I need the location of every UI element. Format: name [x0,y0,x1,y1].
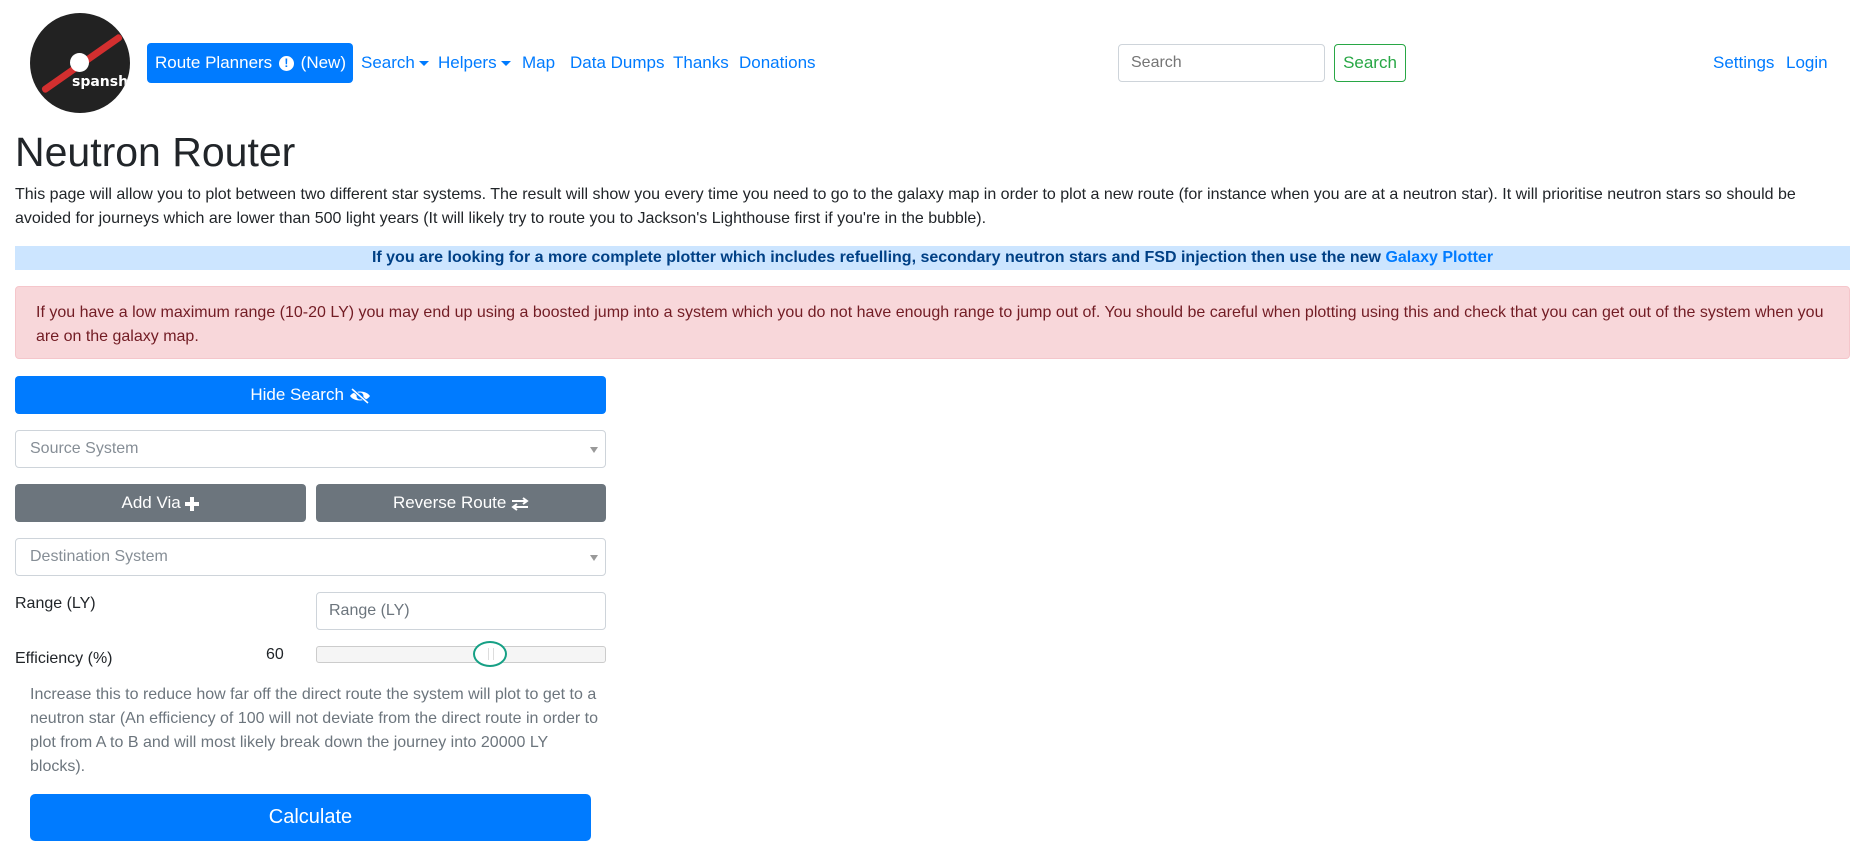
galaxy-plotter-info-banner: If you are looking for a more complete p… [15,246,1850,270]
efficiency-slider-handle[interactable] [473,641,507,667]
source-system-placeholder: Source System [30,440,139,457]
nav-donations-link[interactable]: Donations [739,43,816,83]
reverse-route-button[interactable]: Reverse Route [316,484,606,522]
efficiency-value: 60 [266,646,284,663]
logo-star-shape [70,53,89,72]
range-input[interactable] [316,592,606,630]
hide-search-button[interactable]: Hide Search [15,376,606,414]
caret-down-icon [500,61,511,67]
destination-system-select[interactable]: Destination System [15,538,606,576]
destination-system-placeholder: Destination System [30,548,168,565]
navbar: spansh Route Planners ! (New) Search Hel… [0,0,1865,126]
route-planners-new-badge: (New) [300,53,346,72]
efficiency-label: Efficiency (%) [15,650,113,667]
search-button[interactable]: Search [1334,44,1406,82]
galaxy-plotter-link[interactable]: Galaxy Plotter [1385,249,1493,266]
slider-grip-icon [488,648,494,660]
calculate-button[interactable]: Calculate [30,794,591,841]
caret-down-icon [418,61,429,67]
route-planners-label: Route Planners [155,53,273,72]
add-via-button[interactable]: Add Via [15,484,306,522]
exclamation-circle-icon: ! [278,56,294,72]
promo-text: If you are looking for a more complete p… [371,249,1386,266]
logo-text: spansh [72,74,129,90]
reverse-route-label: Reverse Route [392,493,507,512]
search-input[interactable] [1118,44,1325,82]
page-intro: This page will allow you to plot between… [15,186,1796,227]
nav-login-link[interactable]: Login [1786,43,1828,83]
nav-thanks-link[interactable]: Thanks [673,43,729,83]
eye-slash-icon [349,385,371,404]
route-planners-dropdown[interactable]: Route Planners ! (New) [147,43,365,83]
select-arrow-icon [590,555,598,561]
nav-map-link[interactable]: Map [522,43,555,83]
select-arrow-icon [590,447,598,453]
hide-search-label: Hide Search [250,385,344,404]
efficiency-help-text: Increase this to reduce how far off the … [30,686,598,775]
add-via-label: Add Via [121,493,181,512]
page-title: Neutron Router [15,129,296,175]
source-system-select[interactable]: Source System [15,430,606,468]
low-range-warning-alert: If you have a low maximum range (10-20 L… [15,286,1850,359]
efficiency-slider[interactable] [316,646,606,663]
nav-search-label: Search [361,53,415,72]
nav-search-dropdown[interactable]: Search [361,43,429,83]
nav-data-dumps-link[interactable]: Data Dumps [570,43,664,83]
spansh-logo[interactable]: spansh [30,13,130,113]
range-label: Range (LY) [15,595,96,612]
plus-icon [185,493,200,512]
nav-settings-link[interactable]: Settings [1713,43,1774,83]
nav-helpers-dropdown[interactable]: Helpers [438,43,511,83]
exchange-arrows-icon [511,493,529,512]
nav-helpers-label: Helpers [438,53,497,72]
